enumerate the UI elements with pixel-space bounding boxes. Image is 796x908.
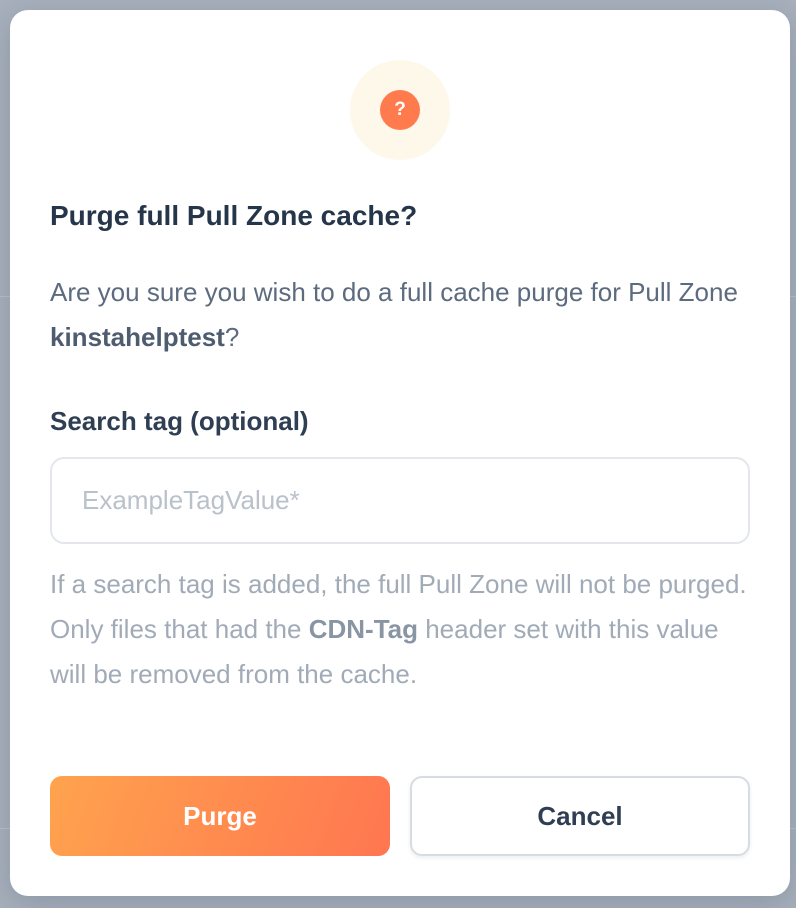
purge-cache-dialog: ? Purge full Pull Zone cache? Are you su…: [10, 10, 790, 896]
dialog-title: Purge full Pull Zone cache?: [50, 200, 418, 231]
search-tag-label: Search tag (optional): [50, 406, 309, 436]
pull-zone-name: kinstahelptest: [50, 322, 225, 352]
search-tag-input[interactable]: [50, 457, 750, 544]
confirmation-message: Are you sure you wish to do a full cache…: [50, 270, 750, 360]
confirmation-message-text: Are you sure you wish to do a full cache…: [50, 277, 738, 307]
search-tag-help-text: If a search tag is added, the full Pull …: [50, 562, 760, 697]
icon-badge: ?: [350, 60, 450, 160]
confirmation-message-end: ?: [224, 322, 240, 352]
question-mark-icon: ?: [380, 90, 420, 130]
cdn-tag-header-name: CDN-Tag: [308, 614, 418, 644]
purge-button[interactable]: Purge: [50, 776, 390, 856]
cancel-button[interactable]: Cancel: [410, 776, 750, 856]
